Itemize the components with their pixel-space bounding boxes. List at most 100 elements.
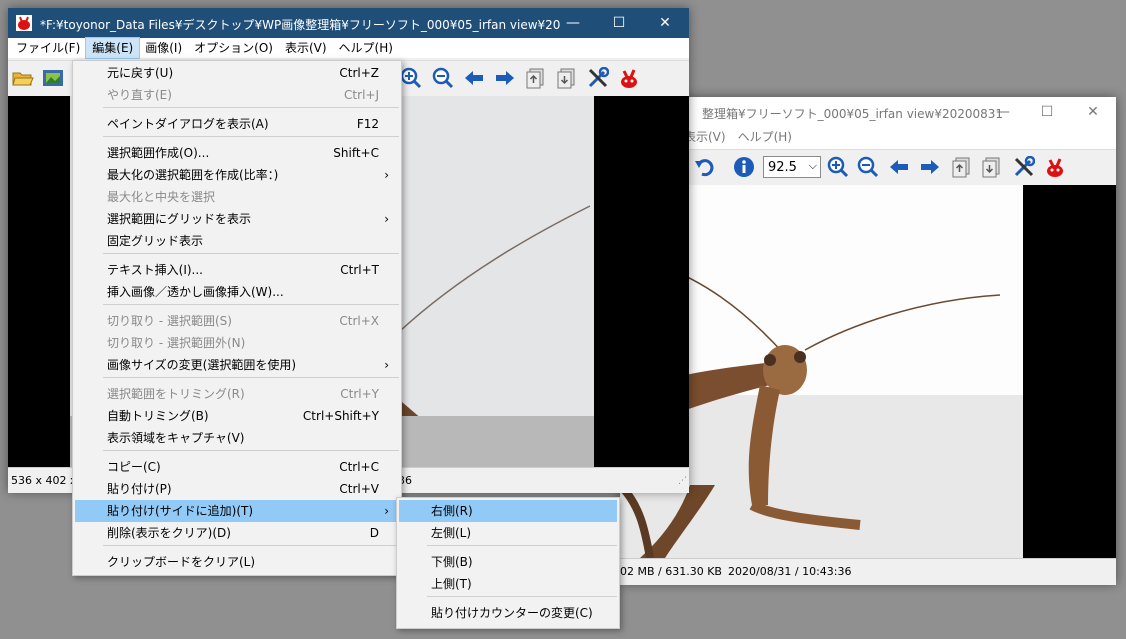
submenu-arrow-icon: › [384, 212, 389, 226]
menu-separator [103, 377, 399, 378]
submenu-item-label: 貼り付けカウンターの変更(C) [431, 606, 593, 620]
menu-view[interactable]: 表示(V) [279, 38, 333, 58]
menu-item-label: コピー(C) [107, 460, 161, 474]
edit-menu-dropdown: 元に戻す(U) Ctrl+Z やり直す(E) Ctrl+J ペイントダイアログを表示(A… [72, 60, 402, 576]
menu-item-shortcut: F12 [356, 117, 379, 131]
submenu-item-change-paste-counter[interactable]: 貼り付けカウンターの変更(C) [399, 602, 617, 624]
window2-status-size: 02 MB / 631.30 KB [620, 565, 722, 578]
window2-close-button[interactable]: ✕ [1070, 97, 1116, 127]
window2-statusbar: 02 MB / 631.30 KB 2020/08/31 / 10:43:36 [620, 558, 1116, 585]
menu-item-fixed-grid[interactable]: 固定グリッド表示 [75, 230, 399, 252]
menu-help[interactable]: ヘルプ(H) [333, 38, 399, 58]
image-window-2: 整理箱¥フリーソフト_000¥05_irfan view¥20200831_04… [620, 97, 1116, 585]
menu-item-label: 削除(表示をクリア)(D) [107, 526, 231, 540]
menu-item-label: 最大化の選択範囲を作成(比率：) [107, 168, 279, 182]
info-icon[interactable] [733, 156, 755, 178]
window1-maximize-button[interactable]: ☐ [596, 8, 642, 38]
menu-item-shortcut: D [369, 526, 379, 540]
menu-item-insert-overlay-image[interactable]: 挿入画像／透かし画像挿入(W)... [75, 281, 399, 303]
settings-tools-icon[interactable] [1013, 156, 1035, 178]
resize-grip-icon[interactable]: ⋰ [678, 476, 687, 486]
menu-item-cut-selection: 切り取り - 選択範囲(S) Ctrl+X [75, 310, 399, 332]
window1-title: *F:¥toyonor_Data Files¥デスクトップ¥WP画像整理箱¥フリ… [40, 18, 560, 32]
first-page-icon[interactable] [525, 67, 547, 89]
menu-item-label: やり直す(E) [107, 88, 172, 102]
menu-item-label: 切り取り - 選択範囲外(N) [107, 336, 246, 350]
slideshow-icon[interactable] [42, 67, 64, 89]
menu-item-undo[interactable]: 元に戻す(U) Ctrl+Z [75, 62, 399, 84]
menu-image[interactable]: 画像(I) [139, 38, 188, 58]
menu-item-selection-grid[interactable]: 選択範囲にグリッドを表示 › [75, 208, 399, 230]
menu-item-shortcut: Ctrl+J [344, 88, 379, 102]
window2-title: 整理箱¥フリーソフト_000¥05_irfan view¥20200831_04… [702, 107, 1002, 121]
zoom-in-icon[interactable] [827, 156, 849, 178]
menu-item-max-center-select: 最大化と中央を選択 [75, 186, 399, 208]
menu-edit[interactable]: 編集(E) [85, 37, 141, 59]
paste-side-submenu: 右側(R) 左側(L) 下側(B) 上側(T) 貼り付けカウンターの変更(C) [396, 497, 620, 629]
menu-item-label: 貼り付け(P) [107, 482, 172, 496]
menu-item-shortcut: Ctrl+C [339, 460, 379, 474]
next-arrow-icon[interactable] [494, 67, 516, 89]
window2-menu-help[interactable]: ヘルプ(H) [732, 127, 798, 147]
submenu-arrow-icon: › [384, 504, 389, 518]
zoom-out-icon[interactable] [432, 67, 454, 89]
menu-item-shortcut: Ctrl+X [339, 314, 379, 328]
menu-item-label: 表示領域をキャプチャ(V) [107, 431, 245, 445]
menu-item-label: 選択範囲にグリッドを表示 [107, 212, 252, 226]
submenu-item-bottom[interactable]: 下側(B) [399, 551, 617, 573]
menu-item-max-selection-ratio[interactable]: 最大化の選択範囲を作成(比率：) › [75, 164, 399, 186]
menu-file[interactable]: ファイル(F) [10, 38, 86, 58]
irfanview-logo-icon[interactable] [618, 67, 640, 89]
submenu-arrow-icon: › [384, 358, 389, 372]
menu-separator [103, 545, 399, 546]
menu-item-auto-crop[interactable]: 自動トリミング(B) Ctrl+Shift+Y [75, 405, 399, 427]
irfanview-logo-icon[interactable] [1044, 156, 1066, 178]
menu-item-shortcut: Ctrl+Z [339, 66, 379, 80]
menu-separator [427, 545, 617, 546]
submenu-item-top[interactable]: 上側(T) [399, 573, 617, 595]
zoom-in-icon[interactable] [400, 67, 422, 89]
menu-item-create-selection[interactable]: 選択範囲作成(O)... Shift+C [75, 142, 399, 164]
menu-item-label: 挿入画像／透かし画像挿入(W)... [107, 285, 284, 299]
window2-toolbar: 92.5 ⌵ [620, 149, 1116, 186]
menu-item-clear-clipboard[interactable]: クリップボードをクリア(L) [75, 551, 399, 573]
menu-item-paste[interactable]: 貼り付け(P) Ctrl+V [75, 478, 399, 500]
menu-item-label: 自動トリミング(B) [107, 409, 209, 423]
last-page-icon[interactable] [556, 67, 578, 89]
window2-titlebar[interactable]: 整理箱¥フリーソフト_000¥05_irfan view¥20200831_04… [620, 97, 1116, 127]
zoom-out-icon[interactable] [857, 156, 879, 178]
rotate-icon[interactable] [694, 156, 716, 178]
first-page-icon[interactable] [951, 156, 973, 178]
previous-arrow-icon[interactable] [888, 156, 910, 178]
window2-image-viewport[interactable] [620, 185, 1116, 558]
open-folder-icon[interactable] [12, 67, 34, 89]
menu-item-insert-text[interactable]: テキスト挿入(I)... Ctrl+T [75, 259, 399, 281]
chevron-down-icon: ⌵ [808, 159, 817, 172]
window2-maximize-button[interactable]: ☐ [1024, 97, 1070, 127]
last-page-icon[interactable] [981, 156, 1003, 178]
menu-item-redo: やり直す(E) Ctrl+J [75, 84, 399, 106]
menu-item-copy[interactable]: コピー(C) Ctrl+C [75, 456, 399, 478]
previous-arrow-icon[interactable] [463, 67, 485, 89]
window1-close-button[interactable]: ✕ [642, 8, 688, 38]
zoom-select[interactable]: 92.5 ⌵ [763, 156, 821, 178]
menu-item-delete-clear[interactable]: 削除(表示をクリア)(D) D [75, 522, 399, 544]
next-arrow-icon[interactable] [919, 156, 941, 178]
menu-options[interactable]: オプション(O) [188, 38, 279, 58]
menu-item-resize-using-selection[interactable]: 画像サイズの変更(選択範囲を使用) › [75, 354, 399, 376]
menu-item-label: 元に戻す(U) [107, 66, 174, 80]
window1-minimize-button[interactable]: — [550, 8, 596, 38]
menu-item-label: 最大化と中央を選択 [107, 190, 216, 204]
window1-menubar: ファイル(F) 編集(E) 画像(I) オプション(O) 表示(V) ヘルプ(H… [8, 37, 689, 59]
menu-item-capture-visible-area[interactable]: 表示領域をキャプチャ(V) [75, 427, 399, 449]
menu-item-label: 画像サイズの変更(選択範囲を使用) [107, 358, 297, 372]
submenu-item-left[interactable]: 左側(L) [399, 522, 617, 544]
menu-item-paint-dialog[interactable]: ペイントダイアログを表示(A) F12 [75, 113, 399, 135]
window1-status-size: 536 x 402 x [11, 474, 77, 487]
settings-tools-icon[interactable] [587, 67, 609, 89]
menu-item-paste-side[interactable]: 貼り付け(サイドに追加)(T) › [75, 500, 399, 522]
submenu-item-right[interactable]: 右側(R) [399, 500, 617, 522]
window2-minimize-button[interactable]: — [980, 97, 1026, 127]
menu-item-shortcut: Ctrl+Shift+Y [302, 409, 379, 423]
window1-titlebar[interactable]: *F:¥toyonor_Data Files¥デスクトップ¥WP画像整理箱¥フリ… [8, 8, 689, 38]
